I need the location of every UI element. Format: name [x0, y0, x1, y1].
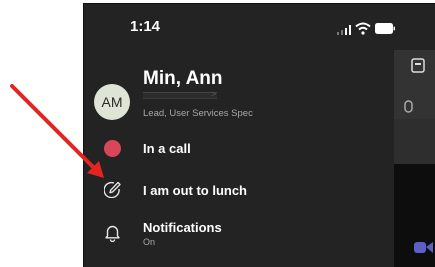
microphone-icon[interactable]	[402, 100, 416, 118]
edit-status-icon	[104, 181, 121, 198]
background-app-panel	[394, 50, 435, 267]
chevron-right-icon: >	[211, 89, 217, 99]
profile-title: Lead, User Services Spec	[143, 108, 253, 119]
menu-item-label: I am out to lunch	[143, 183, 247, 198]
battery-icon	[375, 23, 395, 34]
menu-item-sublabel: On	[143, 237, 156, 247]
menu-item-in-a-call[interactable]: In a call	[84, 131, 394, 167]
avatar[interactable]: AM	[94, 84, 130, 120]
status-time: 1:14	[130, 18, 161, 35]
status-bar: 1:14	[84, 4, 435, 50]
signal-icon	[337, 25, 351, 35]
camera-icon[interactable]	[414, 239, 434, 255]
profile-header[interactable]: AM Min, Ann > Lead, User Services Spec	[84, 68, 394, 130]
profile-name: Min, Ann	[143, 68, 223, 89]
presence-busy-icon	[104, 140, 121, 157]
phone-screen: 1:14 AM Min, Ann > Lead, User Services S…	[83, 3, 435, 267]
menu-item-notifications[interactable]: Notifications On	[84, 215, 394, 251]
menu-item-label: In a call	[143, 141, 191, 156]
menu-item-label: Notifications	[143, 220, 222, 235]
redacted-text	[143, 92, 217, 99]
bell-icon	[105, 225, 120, 242]
wifi-icon	[355, 22, 371, 35]
menu-item-status-message[interactable]: I am out to lunch	[84, 171, 394, 207]
contacts-book-icon[interactable]	[411, 58, 425, 73]
